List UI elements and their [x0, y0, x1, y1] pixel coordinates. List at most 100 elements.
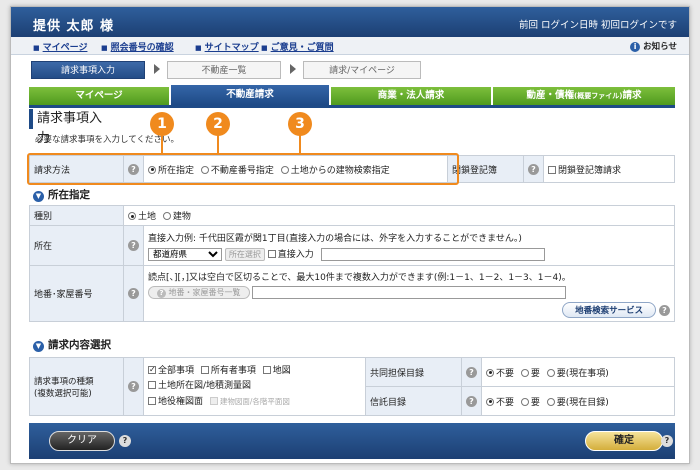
- step-input: 請求事項入力: [31, 61, 145, 79]
- checkbox-map[interactable]: 地図: [262, 365, 291, 376]
- type-options: 土地 建物: [123, 205, 675, 226]
- notice-link[interactable]: i お知らせ: [630, 40, 677, 52]
- help-cell: ?: [123, 265, 144, 322]
- kind-label: 請求事項の種類 (複数選択可能): [29, 357, 124, 416]
- radio-trust-required[interactable]: 要: [520, 397, 540, 408]
- location-label: 所在: [29, 225, 124, 266]
- closed-registry-checkbox[interactable]: 閉鎖登記簿請求: [548, 165, 622, 176]
- checkbox-building-plan-label: 建物図面/各階平面図: [219, 396, 290, 406]
- trust-options: 不要 要 要(現在目録): [481, 386, 675, 416]
- user-name: 提供 太郎 様: [33, 19, 115, 34]
- checkbox-easement[interactable]: 地役権図面: [148, 396, 204, 407]
- request-section-heading: ▼ 請求内容選択: [33, 337, 111, 352]
- tab-movable-tail: 請求: [622, 90, 642, 101]
- callout-highlight-box: [27, 153, 459, 185]
- checkbox-map-label: 地図: [272, 365, 291, 376]
- callout-badge-2: 2: [206, 112, 230, 136]
- radio-joint-none[interactable]: 不要: [486, 368, 514, 379]
- confirm-button[interactable]: 確定: [585, 431, 663, 451]
- lot-number-input[interactable]: [252, 285, 567, 299]
- prefecture-select[interactable]: 都道府県: [148, 247, 222, 261]
- joint-collateral-options: 不要 要 要(現在事項): [481, 357, 675, 387]
- closed-registry-cell: 閉鎖登記簿請求: [543, 155, 675, 183]
- radio-joint-required-label: 要: [530, 368, 540, 379]
- checkbox-icon: [548, 165, 556, 174]
- main-window: 提供 太郎 様 前回 ログイン日時 初回ログインです マイページ 照会番号の確認…: [10, 6, 690, 464]
- checkbox-icon: [148, 396, 156, 405]
- help-icon[interactable]: ?: [659, 304, 670, 316]
- radio-trust-required-label: 要: [530, 397, 540, 408]
- radio-trust-none-label: 不要: [496, 397, 515, 408]
- nav-sitemap-link[interactable]: サイトマップ: [195, 40, 259, 53]
- step-arrow-icon: [290, 64, 296, 74]
- clear-button[interactable]: クリア: [49, 431, 115, 451]
- radio-trust-none[interactable]: 不要: [486, 397, 515, 408]
- callout-badge-1: 1: [150, 112, 174, 136]
- header-bar: 提供 太郎 様 前回 ログイン日時 初回ログインです: [11, 7, 689, 37]
- checkbox-checked-icon: [148, 365, 156, 374]
- step-request: 請求/マイページ: [303, 61, 421, 79]
- direct-input-checkbox[interactable]: 直接入力: [267, 249, 314, 260]
- help-icon[interactable]: ?: [661, 435, 673, 447]
- location-select-button[interactable]: 所在選択: [224, 247, 265, 261]
- checkbox-icon: [200, 365, 209, 374]
- radio-joint-required[interactable]: 要: [520, 368, 540, 379]
- radio-off-icon: [520, 368, 529, 377]
- last-login: 前回 ログイン日時 初回ログインです: [518, 20, 677, 31]
- radio-land[interactable]: 土地: [128, 212, 156, 222]
- checkbox-building-plan: 建物図面/各階平面図: [209, 396, 290, 406]
- lot-help-text: 読点[、][，]又は空白で区切ることで、最大10件まで複数入力ができます(例:1…: [148, 272, 571, 283]
- tab-movable-small: (概要ファイル): [574, 92, 623, 100]
- help-cell: ?: [123, 357, 144, 416]
- checkbox-easement-label: 地役権図面: [158, 396, 204, 407]
- location-controls: 都道府県 所在選択 直接入力: [148, 247, 670, 261]
- help-icon[interactable]: ?: [128, 240, 139, 251]
- tab-real-estate[interactable]: 不動産請求: [171, 85, 329, 105]
- radio-trust-current[interactable]: 要(現在目録): [546, 397, 609, 408]
- radio-joint-current[interactable]: 要(現在事項): [546, 368, 609, 379]
- checkbox-owner-items[interactable]: 所有者事項: [200, 365, 256, 376]
- radio-building-label: 建物: [172, 212, 191, 222]
- closed-registry-checkbox-label: 閉鎖登記簿請求: [558, 165, 622, 176]
- radio-on-icon: [486, 368, 494, 377]
- help-icon[interactable]: ?: [466, 395, 477, 407]
- nav-mypage-link[interactable]: マイページ: [33, 40, 88, 53]
- radio-building[interactable]: 建物: [162, 212, 191, 222]
- tab-movable[interactable]: 動産・債権(概要ファイル)請求: [493, 87, 675, 105]
- help-icon[interactable]: ?: [466, 366, 477, 378]
- checkbox-survey-map[interactable]: 土地所在図/地積測量図: [148, 380, 251, 391]
- trust-label: 信託目録: [365, 386, 462, 416]
- notice-label: お知らせ: [643, 42, 677, 52]
- checkbox-disabled-icon: [209, 396, 218, 405]
- help-icon: ?: [157, 288, 166, 298]
- footer-bar: クリア ? 確定 ?: [29, 423, 675, 459]
- help-cell: ?: [123, 225, 144, 266]
- checkbox-all-items[interactable]: 全部事項: [148, 365, 194, 376]
- request-section-title: 請求内容選択: [48, 339, 111, 351]
- lot-search-button[interactable]: 地番検索サービス: [562, 301, 657, 318]
- chevron-down-icon: ▼: [33, 191, 44, 202]
- lot-list-label: 地番・家屋番号一覧: [168, 287, 241, 297]
- help-icon[interactable]: ?: [128, 288, 139, 299]
- location-table: 種別 土地 建物 所在 ? 直接入力例: 千代田区霞が関1丁目(直接入力の場合に…: [29, 205, 675, 322]
- tab-commercial[interactable]: 商業・法人請求: [331, 87, 491, 105]
- radio-off-icon: [546, 397, 555, 406]
- help-icon[interactable]: ?: [119, 435, 131, 447]
- kind-options: 全部事項 所有者事項 地図 土地所在図/地積測量図 地役権図面 建物図面/各階平…: [143, 357, 366, 416]
- tab-movable-label: 動産・債権: [526, 90, 575, 101]
- kind-row: 土地所在図/地積測量図: [148, 379, 361, 394]
- lot-list-button[interactable]: ? 地番・家屋番号一覧: [148, 285, 250, 299]
- kind-label-line2: (複数選択可能): [34, 388, 92, 399]
- checkbox-icon: [262, 365, 271, 374]
- tab-mypage[interactable]: マイページ: [29, 87, 169, 105]
- joint-collateral-label: 共同担保目録: [365, 357, 462, 387]
- direct-input-field[interactable]: [320, 247, 545, 261]
- nav-feedback-link[interactable]: ご意見・ご質問: [261, 40, 334, 53]
- callout-line: [161, 135, 163, 155]
- help-icon[interactable]: ?: [128, 381, 139, 392]
- lot-label: 地番･家屋番号: [29, 265, 124, 322]
- radio-trust-current-label: 要(現在目録): [556, 397, 609, 408]
- help-icon[interactable]: ?: [528, 163, 539, 175]
- nav-reference-link[interactable]: 照会番号の確認: [101, 40, 174, 53]
- tab-underline: [29, 105, 675, 108]
